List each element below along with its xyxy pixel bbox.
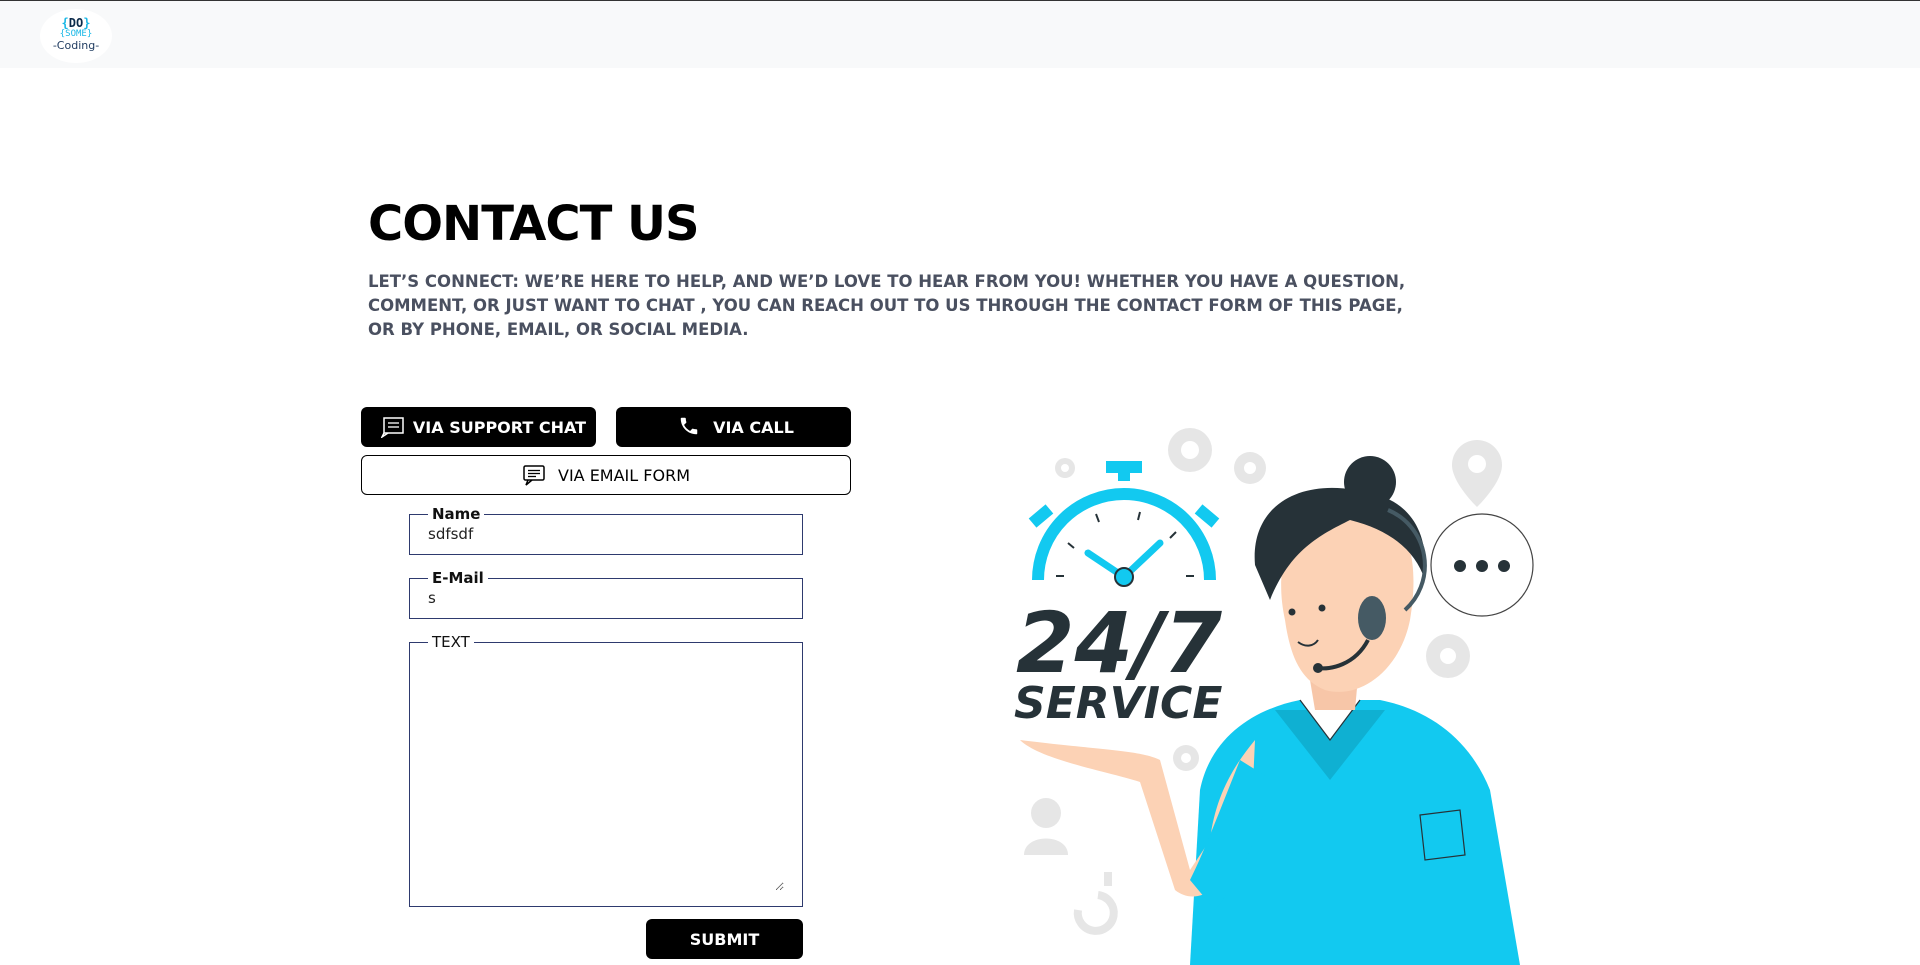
speech-bubble-icon (1430, 513, 1534, 617)
site-logo[interactable]: {DO} {SOME} -Coding- (40, 9, 112, 63)
name-label: Name (432, 505, 481, 523)
user-icon (1024, 798, 1068, 855)
intro-text: LET’S CONNECT: WE’RE HERE TO HELP, AND W… (368, 272, 1406, 339)
logo-line3: -Coding- (52, 39, 100, 52)
phone-icon (678, 415, 700, 441)
email-form-button-label: VIA EMAIL FORM (558, 465, 690, 485)
question-mark-icon (1073, 872, 1118, 935)
via-email-form-button[interactable]: VIA EMAIL FORM (361, 455, 851, 495)
email-label: E-Mail (432, 569, 484, 587)
stopwatch-icon (1028, 461, 1220, 587)
location-pin-icon (1452, 440, 1502, 507)
chat-button-label: VIA SUPPORT CHAT (412, 417, 587, 437)
illustration-subline: SERVICE (1014, 678, 1222, 729)
page-title: CONTACT US (368, 196, 700, 252)
chat-icon (380, 416, 405, 442)
via-support-chat-button[interactable]: VIA SUPPORT CHAT (361, 407, 596, 447)
top-navbar: {DO} {SOME} -Coding- (0, 0, 1920, 68)
via-call-button[interactable]: VIA CALL (616, 407, 851, 447)
email-input[interactable] (428, 587, 784, 609)
email-form-icon (522, 464, 546, 490)
message-textarea[interactable] (428, 651, 784, 891)
name-input[interactable] (428, 523, 784, 545)
submit-button[interactable]: SUBMIT (646, 919, 803, 959)
logo-line1: {DO} (61, 16, 91, 30)
email-fieldset: E-Mail (409, 569, 803, 619)
text-label: TEXT (432, 633, 470, 651)
call-button-label: VIA CALL (713, 417, 794, 437)
text-fieldset: TEXT (409, 633, 803, 907)
name-fieldset: Name (409, 505, 803, 555)
customer-service-illustration: 24/7 SERVICE (1000, 410, 1560, 965)
